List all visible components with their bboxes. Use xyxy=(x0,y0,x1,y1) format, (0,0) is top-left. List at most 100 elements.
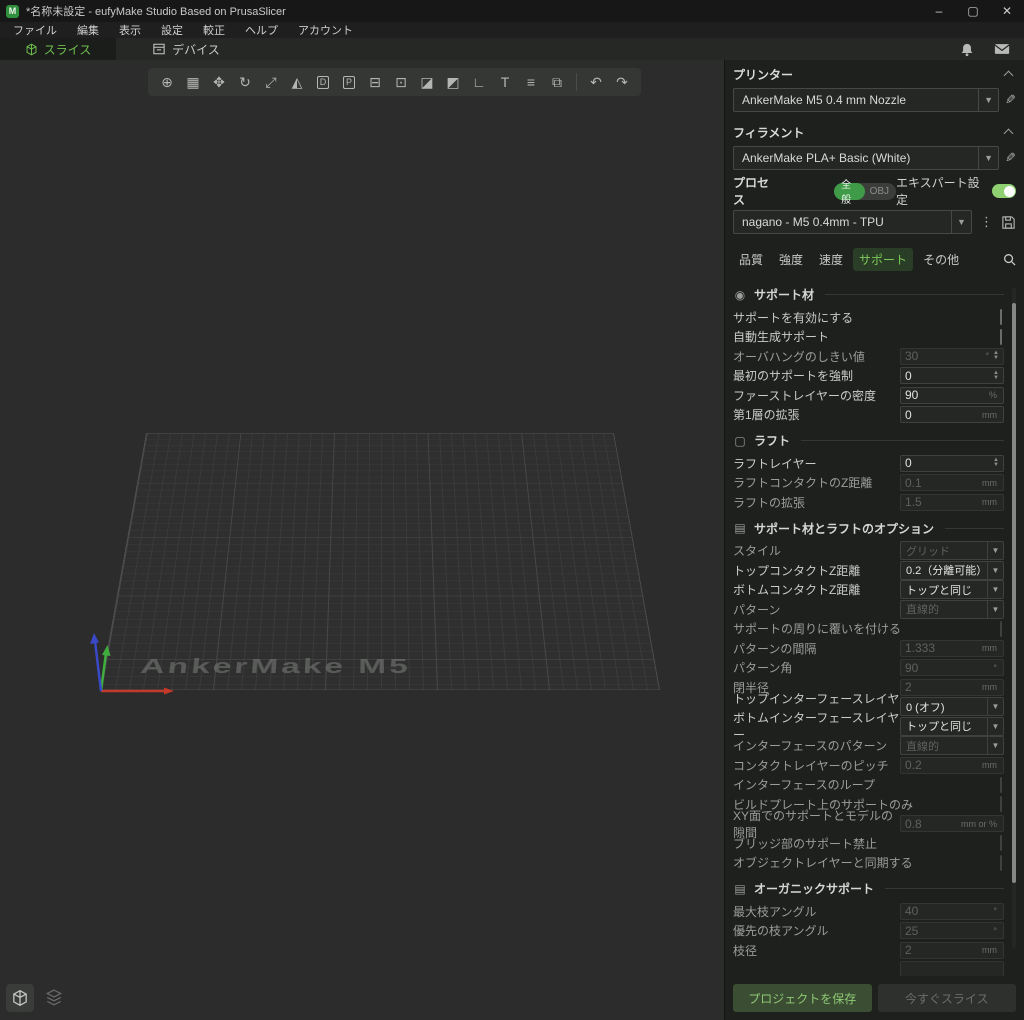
maximize-button[interactable]: ▢ xyxy=(956,0,990,22)
setting-row: 自動生成サポート xyxy=(733,327,1004,346)
process-scope-toggle[interactable]: 全般 OBJ xyxy=(834,183,896,200)
value-input[interactable]: 90% xyxy=(900,387,1004,404)
menu-item-3[interactable]: 設定 xyxy=(152,21,192,39)
menu-item-0[interactable]: ファイル xyxy=(4,21,66,39)
input-value: 90 xyxy=(905,661,993,675)
edit-printer-icon[interactable]: ✎ xyxy=(1005,92,1016,108)
setting-label: ラフトの拡張 xyxy=(733,494,805,511)
value-input[interactable]: 0mm xyxy=(900,406,1004,423)
menu-item-5[interactable]: ヘルプ xyxy=(236,21,287,39)
lay-flat-icon[interactable]: ∟ xyxy=(466,71,492,93)
collapse-chevron-icon xyxy=(1004,129,1014,139)
value-input: 2mm xyxy=(900,679,1004,696)
section-header: ▢ラフト xyxy=(733,428,1004,453)
input-value: 30 xyxy=(905,349,985,363)
value-input[interactable]: 0▲▼ xyxy=(900,367,1004,384)
process-scope-obj[interactable]: OBJ xyxy=(865,186,889,197)
preset-menu-icon[interactable]: ⋮ xyxy=(978,214,995,230)
view-layers-button[interactable] xyxy=(40,984,68,1012)
seam-paint-icon[interactable]: ◪ xyxy=(414,71,440,93)
expert-settings-toggle[interactable] xyxy=(992,184,1016,198)
setting-tab-3[interactable]: サポート xyxy=(853,248,913,271)
checkbox[interactable] xyxy=(1000,329,1002,345)
spinner-stepper[interactable]: ▲▼ xyxy=(993,371,999,381)
copy-icon[interactable]: D xyxy=(310,71,336,93)
spinner-down-icon[interactable]: ▼ xyxy=(993,376,999,381)
setting-row: ラフトの拡張1.5mm xyxy=(733,493,1004,512)
bed-icon[interactable]: ▦ xyxy=(180,71,206,93)
undo-icon[interactable]: ↶ xyxy=(583,71,609,93)
place-on-face-icon[interactable]: ◭ xyxy=(284,71,310,93)
dropdown-select[interactable]: トップと同じ▼ xyxy=(900,580,1004,599)
mail-icon[interactable] xyxy=(994,43,1010,55)
setting-row: 最大枝アングル40° xyxy=(733,902,1004,921)
arrange-icon[interactable]: ⧉ xyxy=(544,71,570,93)
process-preset-select[interactable]: nagano - M5 0.4mm - TPU ▼ xyxy=(733,210,972,234)
setting-label: 枝径 xyxy=(733,942,757,959)
filament-select[interactable]: AnkerMake PLA+ Basic (White) ▼ xyxy=(733,146,999,170)
spinner-down-icon[interactable]: ▼ xyxy=(993,463,999,468)
setting-tab-1[interactable]: 強度 xyxy=(773,248,809,271)
unit-label: mm or % xyxy=(961,819,997,829)
notification-bell-icon[interactable] xyxy=(960,42,974,57)
spinner-stepper[interactable]: ▲▼ xyxy=(993,458,999,468)
setting-row: 枝径2mm xyxy=(733,941,1004,960)
value-input[interactable]: 0▲▼ xyxy=(900,455,1004,472)
app-logo-icon: M xyxy=(6,5,19,18)
setting-tab-4[interactable]: その他 xyxy=(917,248,965,271)
setting-row: インターフェースのパターン直線的▼ xyxy=(733,736,1004,755)
checkbox[interactable] xyxy=(1000,309,1002,325)
view-3d-button[interactable] xyxy=(6,984,34,1012)
input-value: 0.1 xyxy=(905,476,982,490)
slice-now-button[interactable]: 今すぐスライス xyxy=(878,984,1017,1012)
process-scope-all[interactable]: 全般 xyxy=(834,183,864,200)
text-icon[interactable]: T xyxy=(492,71,518,93)
setting-tab-0[interactable]: 品質 xyxy=(733,248,769,271)
menu-item-4[interactable]: 較正 xyxy=(194,21,234,39)
edit-filament-icon[interactable]: ✎ xyxy=(1005,150,1016,166)
setting-label: ラフトコンタクトのZ距離 xyxy=(733,474,872,491)
save-preset-icon[interactable] xyxy=(1001,215,1016,230)
redo-icon[interactable]: ↷ xyxy=(609,71,635,93)
layer-height-icon[interactable]: ≡ xyxy=(518,71,544,93)
value-input: 0.1mm xyxy=(900,474,1004,491)
viewport-toolbar: ⊕▦✥↻⤢◭DP⊟⊡◪◩∟T≡⧉ ↶↷ xyxy=(148,68,641,96)
add-object-icon[interactable]: ⊕ xyxy=(154,71,180,93)
tab-device[interactable]: デバイス xyxy=(128,38,244,60)
paste-icon[interactable]: P xyxy=(336,71,362,93)
minimize-button[interactable]: – xyxy=(922,0,956,22)
move-icon[interactable]: ✥ xyxy=(206,71,232,93)
scale-icon[interactable]: ⤢ xyxy=(258,71,284,93)
split-parts-icon[interactable]: ⊡ xyxy=(388,71,414,93)
setting-tab-2[interactable]: 速度 xyxy=(813,248,849,271)
value-input: 1.333mm xyxy=(900,640,1004,657)
expert-settings-label: エキスパート設定 xyxy=(896,174,986,208)
menu-item-6[interactable]: アカウント xyxy=(289,21,362,39)
dropdown-select[interactable]: 0.2（分離可能）▼ xyxy=(900,561,1004,580)
scrollbar[interactable] xyxy=(1012,288,1016,948)
setting-label: 最初のサポートを強制 xyxy=(733,367,853,384)
printer-section-header[interactable]: プリンター xyxy=(733,60,1016,88)
rotate-icon[interactable]: ↻ xyxy=(232,71,258,93)
tab-slice[interactable]: スライス xyxy=(0,38,116,60)
menu-item-1[interactable]: 編集 xyxy=(68,21,108,39)
setting-row: トップコンタクトZ距離0.2（分離可能）▼ xyxy=(733,561,1004,580)
support-paint-icon[interactable]: ◩ xyxy=(440,71,466,93)
dropdown-value: 0.2（分離可能） xyxy=(901,562,987,578)
split-objects-icon[interactable]: ⊟ xyxy=(362,71,388,93)
dropdown-select[interactable]: トップと同じ▼ xyxy=(900,717,1004,736)
setting-tabs: 品質強度速度サポートその他 xyxy=(733,246,1016,272)
filament-section-header[interactable]: フィラメント xyxy=(733,118,1016,146)
chevron-down-icon: ▼ xyxy=(978,89,998,111)
scrollbar-thumb[interactable] xyxy=(1012,303,1016,883)
save-project-button[interactable]: プロジェクトを保存 xyxy=(733,984,872,1012)
search-icon[interactable] xyxy=(1003,253,1016,266)
z-axis-arrow xyxy=(95,641,101,691)
close-button[interactable]: ✕ xyxy=(990,0,1024,22)
setting-label: 自動生成サポート xyxy=(733,328,829,345)
dropdown-select[interactable]: 0 (オフ)▼ xyxy=(900,697,1004,716)
input-value: 0.2 xyxy=(905,758,982,772)
printer-select[interactable]: AnkerMake M5 0.4 mm Nozzle ▼ xyxy=(733,88,999,112)
viewport-3d[interactable]: AnkerMake M5 ⊕▦✥↻⤢◭DP⊟⊡◪◩∟T≡⧉↶↷ xyxy=(0,60,724,1020)
menu-item-2[interactable]: 表示 xyxy=(110,21,150,39)
